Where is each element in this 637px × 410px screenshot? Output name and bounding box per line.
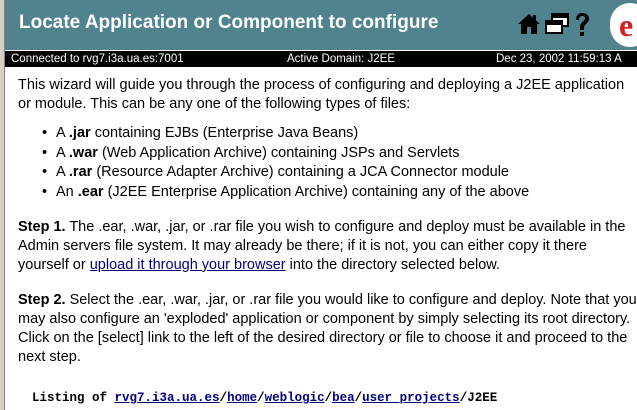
list-item: • A .war (Web Application Archive) conta… bbox=[42, 144, 637, 164]
logo-mark-icon: e bbox=[619, 7, 634, 43]
header-icons bbox=[517, 12, 597, 38]
path-link-home[interactable]: home bbox=[227, 391, 257, 405]
path-link-weblogic[interactable]: weblogic bbox=[265, 391, 325, 405]
title-bar: Locate Application or Component to confi… bbox=[5, 0, 637, 50]
list-item: • A .rar (Resource Adapter Archive) cont… bbox=[42, 163, 637, 183]
upload-link[interactable]: upload it through your browser bbox=[90, 257, 286, 273]
path-link-bea[interactable]: bea bbox=[332, 391, 355, 405]
path-link-user-projects[interactable]: user_projects bbox=[362, 391, 460, 405]
listing-label: Listing of bbox=[32, 391, 108, 405]
step-2-label: Step 2. bbox=[18, 292, 66, 308]
help-icon[interactable] bbox=[573, 12, 591, 43]
list-item: • A .jar containing EJBs (Enterprise Jav… bbox=[42, 124, 637, 144]
active-domain: Active Domain: J2EE bbox=[287, 53, 396, 65]
step-1-label: Step 1. bbox=[18, 219, 66, 235]
bullet-icon: • bbox=[42, 144, 48, 161]
step-1: Step 1. The .ear, .war, .jar, or .rar fi… bbox=[18, 219, 626, 273]
wizard-content: This wizard will guide you through the p… bbox=[18, 76, 637, 383]
file-type-list: • A .jar containing EJBs (Enterprise Jav… bbox=[18, 124, 637, 202]
list-item: • An .ear (J2EE Enterprise Application A… bbox=[42, 183, 637, 203]
bullet-icon: • bbox=[42, 183, 48, 200]
path-current: J2EE bbox=[467, 391, 498, 405]
bullet-icon: • bbox=[42, 125, 48, 141]
path-link-host[interactable]: rvg7.i3a.ua.es bbox=[115, 391, 220, 405]
windows-icon[interactable] bbox=[544, 12, 570, 41]
home-icon[interactable] bbox=[517, 12, 541, 41]
connection-status: Connected to rvg7.i3a.ua.es:7001 bbox=[11, 53, 184, 65]
intro-text: This wizard will guide you through the p… bbox=[18, 77, 625, 112]
step-2: Step 2. Select the .ear, .war, .jar, or … bbox=[18, 292, 637, 365]
bullet-icon: • bbox=[42, 164, 48, 180]
status-bar: Connected to rvg7.i3a.ua.es:7001 Active … bbox=[5, 51, 637, 67]
timestamp: Dec 23, 2002 11:59:13 A bbox=[496, 53, 622, 65]
directory-listing: Listing of rvg7.i3a.ua.es/home/weblogic/… bbox=[32, 391, 498, 405]
page-title: Locate Application or Component to confi… bbox=[19, 12, 439, 33]
bea-logo[interactable]: e bbox=[610, 3, 637, 47]
